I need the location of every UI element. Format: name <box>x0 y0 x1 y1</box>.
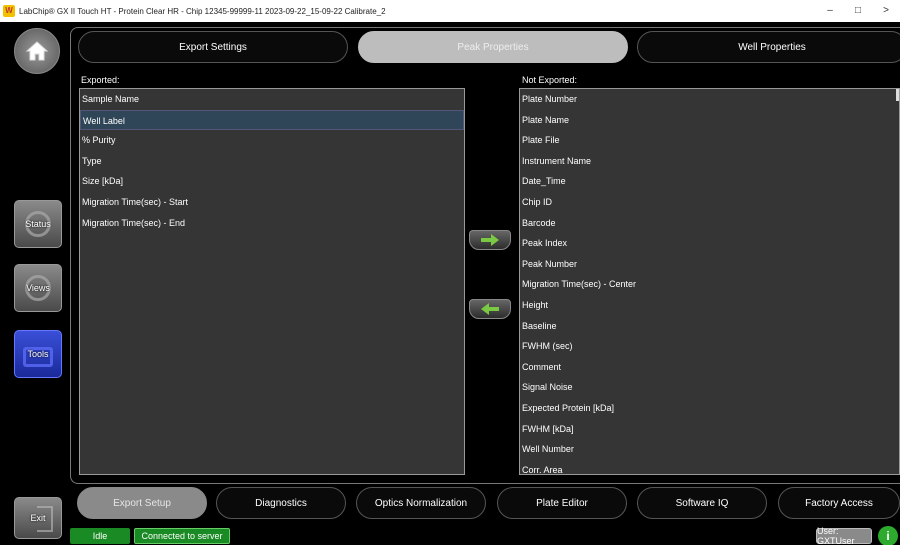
home-icon <box>25 41 49 61</box>
list-item[interactable]: Corr. Area <box>520 460 899 474</box>
tab-optics-normalization[interactable]: Optics Normalization <box>356 487 486 519</box>
list-item[interactable]: Plate Number <box>520 89 899 110</box>
maximize-button[interactable]: □ <box>844 0 872 22</box>
tab-export-setup[interactable]: Export Setup <box>77 487 207 519</box>
list-item[interactable]: Height <box>520 295 899 316</box>
list-item[interactable]: % Purity <box>80 130 464 151</box>
list-item[interactable]: Well Label <box>80 109 464 131</box>
app-logo-icon: W <box>3 5 15 17</box>
exported-list[interactable]: Sample Name Well Label % Purity Type Siz… <box>79 88 465 475</box>
tools-button[interactable]: Tools <box>14 330 62 378</box>
exit-button[interactable]: Exit <box>14 497 62 539</box>
list-item[interactable]: Chip ID <box>520 192 899 213</box>
info-icon[interactable]: i <box>878 526 898 545</box>
move-to-not-exported-button[interactable] <box>469 230 511 250</box>
arrow-left-icon <box>481 303 499 315</box>
home-button[interactable] <box>14 28 60 74</box>
list-item[interactable]: Peak Number <box>520 254 899 275</box>
views-label: Views <box>26 283 50 293</box>
list-item[interactable]: Type <box>80 151 464 172</box>
move-to-exported-button[interactable] <box>469 299 511 319</box>
tab-diagnostics[interactable]: Diagnostics <box>216 487 346 519</box>
list-item[interactable]: Barcode <box>520 213 899 234</box>
list-item[interactable]: Expected Protein [kDa] <box>520 398 899 419</box>
list-item[interactable]: Signal Noise <box>520 377 899 398</box>
connection-status-badge: Connected to server <box>134 528 230 544</box>
user-badge[interactable]: User: GXTUser <box>816 526 872 545</box>
list-item[interactable]: Sample Name <box>80 89 464 110</box>
not-exported-list[interactable]: Plate Number Plate Name Plate File Instr… <box>519 88 900 475</box>
tab-factory-access[interactable]: Factory Access <box>778 487 900 519</box>
status-idle-badge: Idle <box>70 528 130 544</box>
list-item[interactable]: Plate File <box>520 130 899 151</box>
window-title-bar: W LabChip® GX II Touch HT - Protein Clea… <box>0 0 900 22</box>
status-label: Status <box>25 219 51 229</box>
list-item[interactable]: Plate Name <box>520 110 899 131</box>
arrow-right-icon <box>481 234 499 246</box>
list-item[interactable]: Peak Index <box>520 233 899 254</box>
list-item[interactable]: FWHM (sec) <box>520 336 899 357</box>
list-item[interactable]: Date_Time <box>520 171 899 192</box>
tab-peak-properties[interactable]: Peak Properties <box>358 31 628 63</box>
list-item[interactable]: Migration Time(sec) - End <box>80 213 464 234</box>
tab-plate-editor[interactable]: Plate Editor <box>497 487 627 519</box>
exported-label: Exported: <box>81 75 120 85</box>
scrollbar-thumb[interactable] <box>896 89 899 101</box>
list-item[interactable]: FWHM [kDa] <box>520 419 899 440</box>
list-item[interactable]: Migration Time(sec) - Center <box>520 274 899 295</box>
status-button[interactable]: Status <box>14 200 62 248</box>
list-item[interactable]: Comment <box>520 357 899 378</box>
list-item[interactable]: Well Number <box>520 439 899 460</box>
tab-software-iq[interactable]: Software IQ <box>637 487 767 519</box>
not-exported-label: Not Exported: <box>522 75 578 85</box>
tools-label: Tools <box>27 349 49 359</box>
minimize-button[interactable]: – <box>816 0 844 22</box>
list-item[interactable]: Size [kDa] <box>80 171 464 192</box>
close-button[interactable]: > <box>872 0 900 22</box>
views-button[interactable]: Views <box>14 264 62 312</box>
exit-label: Exit <box>30 513 46 523</box>
window-controls: – □ > <box>816 0 900 22</box>
list-item[interactable]: Baseline <box>520 316 899 337</box>
window-title: LabChip® GX II Touch HT - Protein Clear … <box>19 6 386 16</box>
list-item[interactable]: Instrument Name <box>520 151 899 172</box>
list-item[interactable]: Migration Time(sec) - Start <box>80 192 464 213</box>
tab-well-properties[interactable]: Well Properties <box>637 31 900 63</box>
tab-export-settings[interactable]: Export Settings <box>78 31 348 63</box>
